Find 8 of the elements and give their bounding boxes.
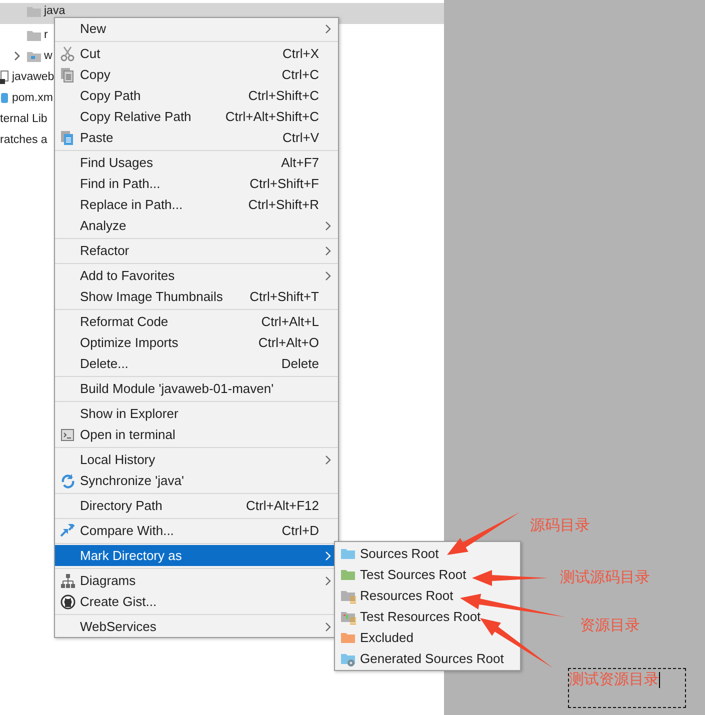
annotation-label: 测试源码目录 — [560, 568, 650, 587]
tree-item-label: w — [44, 48, 52, 62]
tree-item-label: pom.xm — [12, 90, 53, 104]
tree-item-label: java — [44, 4, 66, 18]
annotation-label: 源码目录 — [530, 516, 590, 535]
annotation-label: 资源目录 — [580, 616, 640, 635]
tree-item-label: javaweb — [12, 70, 54, 84]
tree-item-label: r — [44, 28, 48, 42]
